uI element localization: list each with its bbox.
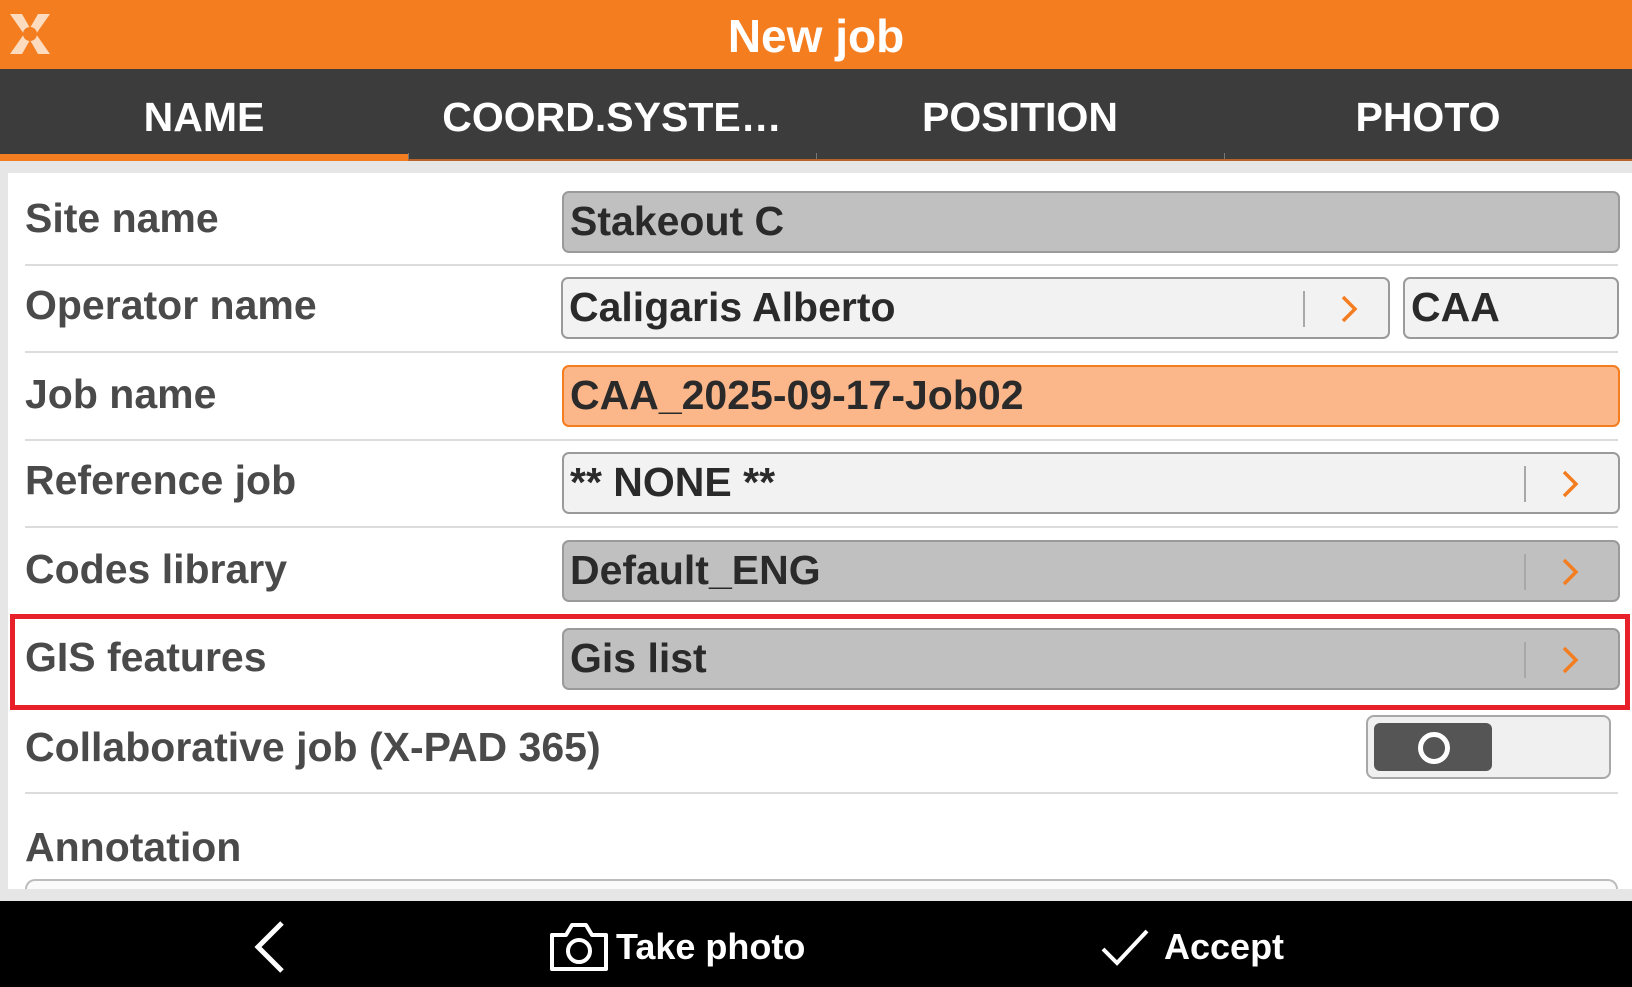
take-photo-label: Take photo: [616, 926, 806, 967]
tab-photo[interactable]: PHOTO: [1224, 69, 1632, 161]
field-separator: [1524, 554, 1526, 590]
site-name-value: Stakeout C: [570, 198, 785, 244]
operator-name-label: Operator name: [25, 282, 317, 328]
codes-library-value: Default_ENG: [570, 547, 821, 593]
accept-label: Accept: [1164, 926, 1285, 967]
title-bar: New job: [0, 0, 1632, 69]
job-name-field[interactable]: CAA_2025-09-17-Job02: [562, 365, 1620, 427]
operator-initials-value: CAA: [1411, 284, 1500, 330]
operator-initials-field[interactable]: CAA: [1403, 277, 1619, 339]
toggle-knob: [1374, 723, 1492, 771]
job-name-label: Job name: [25, 371, 217, 417]
site-name-label: Site name: [25, 195, 219, 241]
codes-library-field[interactable]: Default_ENG: [562, 540, 1620, 602]
site-name-field[interactable]: Stakeout C: [562, 191, 1620, 253]
field-separator: [1303, 291, 1305, 327]
reference-job-value: ** NONE **: [570, 459, 776, 505]
operator-name-field[interactable]: Caligaris Alberto: [561, 277, 1390, 339]
checkmark-icon: [1101, 929, 1149, 966]
annotation-row: Annotation: [25, 794, 1618, 889]
collaborative-job-label: Collaborative job (X-PAD 365): [25, 724, 601, 770]
chevron-right-icon[interactable]: [1554, 468, 1586, 500]
chevron-left-icon[interactable]: [240, 919, 300, 975]
camera-icon: [550, 923, 608, 971]
collaborative-job-toggle[interactable]: [1366, 715, 1611, 779]
bottom-bar: Take photo Accept: [0, 901, 1632, 987]
tab-coord-system[interactable]: COORD.SYSTE…: [408, 69, 816, 161]
reference-job-field[interactable]: ** NONE **: [562, 452, 1620, 514]
tab-position[interactable]: POSITION: [816, 69, 1224, 161]
job-form: Site name Stakeout C Operator name Calig…: [8, 173, 1632, 889]
tab-bar: NAME COORD.SYSTE… POSITION PHOTO: [0, 69, 1632, 161]
annotation-input[interactable]: [25, 879, 1618, 889]
field-separator: [1524, 466, 1526, 502]
job-name-value: CAA_2025-09-17-Job02: [570, 372, 1024, 418]
chevron-right-icon[interactable]: [1554, 556, 1586, 588]
page-title: New job: [727, 10, 905, 62]
codes-library-label: Codes library: [25, 546, 288, 592]
annotation-label: Annotation: [25, 824, 242, 870]
operator-name-value: Caligaris Alberto: [569, 284, 896, 330]
tab-name[interactable]: NAME: [0, 69, 408, 161]
reference-job-label: Reference job: [25, 457, 297, 503]
chevron-right-icon[interactable]: [1333, 293, 1365, 325]
highlight-frame: [10, 614, 1630, 710]
